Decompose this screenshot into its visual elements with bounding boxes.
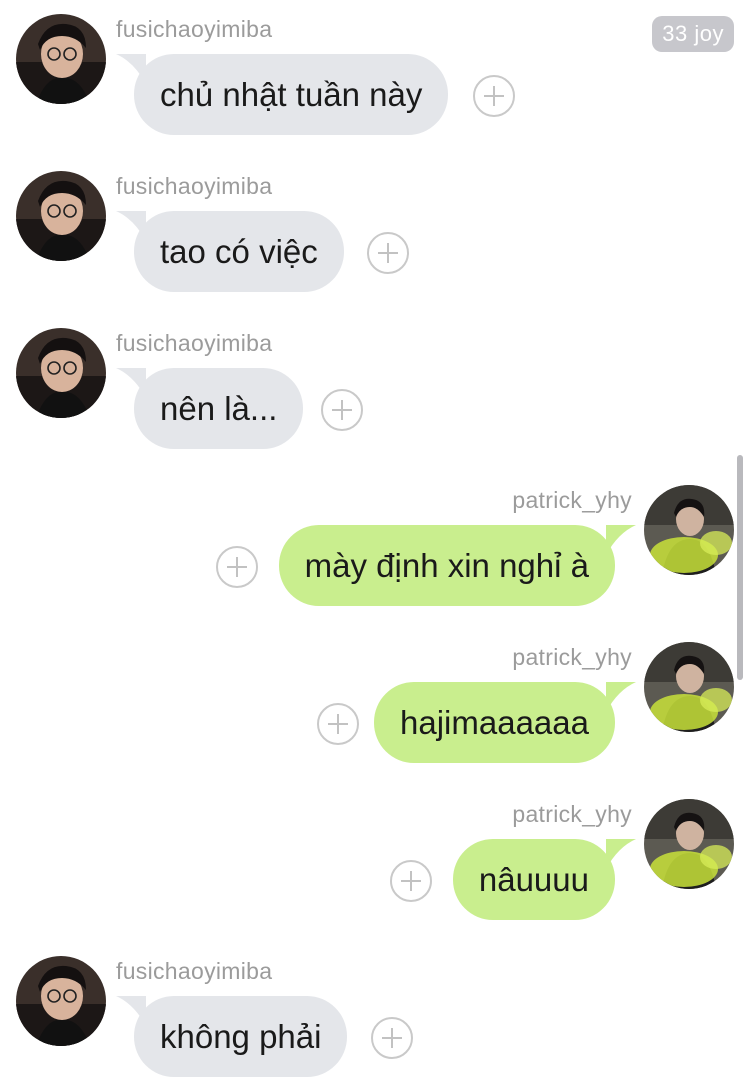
chat-screen: 33 joy fusichaoyimiba chủ nhật tuần này	[0, 0, 750, 1087]
message-bubble[interactable]: chủ nhật tuần này	[134, 54, 449, 135]
avatar[interactable]	[644, 485, 734, 575]
sender-name: fusichaoyimiba	[116, 173, 273, 199]
sender-name: patrick_yhy	[512, 644, 632, 670]
sender-name: fusichaoyimiba	[116, 16, 273, 42]
message-row: patrick_yhy mày định xin nghỉ à	[0, 485, 750, 625]
add-reaction-button[interactable]	[371, 1017, 413, 1059]
avatar[interactable]	[644, 642, 734, 732]
avatar[interactable]	[16, 956, 106, 1046]
message-bubble[interactable]: không phải	[134, 996, 348, 1077]
message-bubble[interactable]: nên là...	[134, 368, 304, 449]
message-row: fusichaoyimiba nên là...	[0, 328, 750, 468]
avatar[interactable]	[16, 14, 106, 104]
avatar[interactable]	[644, 799, 734, 889]
add-reaction-button[interactable]	[321, 389, 363, 431]
sender-name: patrick_yhy	[512, 487, 632, 513]
add-reaction-button[interactable]	[317, 703, 359, 745]
sender-name: fusichaoyimiba	[116, 330, 273, 356]
message-bubble[interactable]: mày định xin nghỉ à	[278, 525, 615, 606]
message-bubble[interactable]: tao có việc	[134, 211, 344, 292]
message-row: fusichaoyimiba tao có việc	[0, 171, 750, 311]
message-row: fusichaoyimiba không phải	[0, 956, 750, 1087]
add-reaction-button[interactable]	[473, 75, 515, 117]
add-reaction-button[interactable]	[390, 860, 432, 902]
message-bubble[interactable]: nâuuuu	[452, 839, 615, 920]
message-row: patrick_yhy hajimaaaaaa	[0, 642, 750, 782]
message-bubble[interactable]: hajimaaaaaa	[374, 682, 615, 763]
sender-name: patrick_yhy	[512, 801, 632, 827]
avatar[interactable]	[16, 171, 106, 261]
add-reaction-button[interactable]	[216, 546, 258, 588]
scrollbar[interactable]	[737, 455, 743, 680]
message-row: patrick_yhy nâuuuu	[0, 799, 750, 939]
add-reaction-button[interactable]	[367, 232, 409, 274]
sender-name: fusichaoyimiba	[116, 958, 273, 984]
avatar[interactable]	[16, 328, 106, 418]
message-row: fusichaoyimiba chủ nhật tuần này	[0, 14, 750, 154]
